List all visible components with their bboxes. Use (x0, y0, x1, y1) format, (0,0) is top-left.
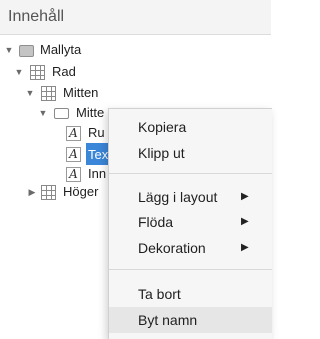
menu-item-kopiera[interactable]: Kopiera (109, 114, 272, 140)
expand-toggle-icon[interactable]: ▼ (25, 82, 35, 104)
text-icon: A (66, 126, 81, 141)
menu-item-byt-namn[interactable]: Byt namn (109, 307, 272, 333)
menu-item-label: Klipp ut (138, 145, 185, 161)
menu-separator (109, 173, 272, 174)
tree-item-label: Höger (63, 184, 99, 199)
tree-item-hoger[interactable]: ▶ Höger (0, 181, 108, 203)
menu-item-label: Lägg i layout (138, 189, 218, 205)
menu-item-floda[interactable]: Flöda ▶ (109, 209, 272, 235)
expand-toggle-icon[interactable]: ▼ (14, 61, 24, 83)
submenu-arrow-icon: ▶ (241, 216, 249, 227)
menu-item-klipp-ut[interactable]: Klipp ut (109, 140, 272, 166)
frame-icon (54, 108, 69, 119)
tree-item-mitten-child[interactable]: ▼ Mitte (0, 102, 108, 124)
grid-icon (41, 185, 56, 200)
tree-item-rad[interactable]: ▼ Rad (0, 61, 271, 83)
template-icon (19, 45, 34, 57)
tree-item-label: Rad (52, 64, 76, 79)
menu-item-ta-bort[interactable]: Ta bort (109, 281, 272, 307)
submenu-arrow-icon: ▶ (241, 191, 249, 202)
menu-item-label: Flöda (138, 214, 174, 230)
tree-item-label: Mitte (76, 105, 105, 120)
menu-item-lagg-i-layout[interactable]: Lägg i layout ▶ (109, 184, 272, 210)
tree-item-mitten[interactable]: ▼ Mitten (0, 82, 271, 104)
tree-item-label: Tex (86, 143, 108, 165)
panel-title: Innehåll (8, 8, 65, 25)
tree-item-label: Ru (88, 125, 105, 140)
grid-icon (30, 65, 45, 80)
menu-separator (109, 269, 272, 270)
grid-icon (41, 86, 56, 101)
tree-item-label: Mitten (63, 85, 99, 100)
menu-item-label: Byt namn (138, 312, 198, 328)
collapse-toggle-icon[interactable]: ▶ (27, 181, 37, 203)
menu-item-label: Kopiera (138, 119, 187, 135)
menu-item-label: Dekoration (138, 240, 206, 256)
menu-item-label: Ta bort (138, 286, 181, 302)
submenu-arrow-icon: ▶ (241, 242, 249, 253)
tree-item-mallyta[interactable]: ▼ Mallyta (0, 39, 271, 61)
expand-toggle-icon[interactable]: ▼ (4, 39, 14, 61)
tree-item-rubrik[interactable]: A Ru (0, 122, 108, 144)
tree-item-label: Mallyta (40, 42, 82, 57)
expand-toggle-icon[interactable]: ▼ (38, 102, 48, 124)
menu-item-dekoration[interactable]: Dekoration ▶ (109, 235, 272, 261)
text-icon: A (66, 147, 81, 162)
panel-header: Innehåll (0, 0, 271, 35)
text-icon: A (66, 167, 81, 182)
context-menu: Kopiera Klipp ut Lägg i layout ▶ Flöda ▶… (108, 108, 272, 339)
tree-item-text[interactable]: A Tex (0, 143, 108, 165)
